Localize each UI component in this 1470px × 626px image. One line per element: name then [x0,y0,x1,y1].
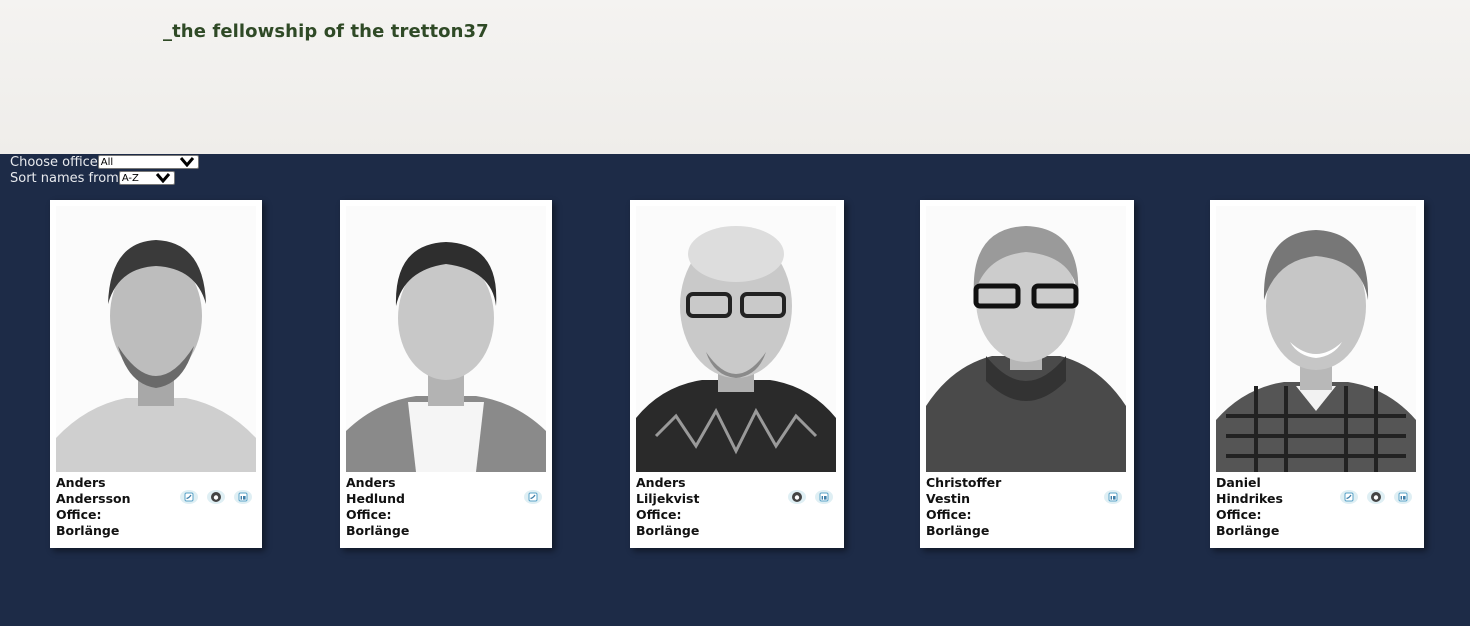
office-filter: Choose office All [10,154,199,170]
office-name: Borlänge [56,523,120,538]
employee-last-name: Vestin [926,491,971,506]
employee-last-name: Andersson [56,491,131,506]
employee-name: Anders Andersson Office: Borlänge [56,475,136,539]
office-filter-label: Choose office [10,154,98,170]
github-icon[interactable] [786,488,808,506]
filter-panel: Choose office All Sort names from A-Z [10,154,199,186]
linkedin-icon[interactable] [1392,488,1414,506]
chevron-down-icon [179,157,194,167]
employee-card[interactable]: Anders Hedlund Office: Borlänge [340,200,552,548]
twitter-icon[interactable] [1338,488,1360,506]
site-header: _the fellowship of the tretton37 [0,0,1470,154]
sort-filter: Sort names from A-Z [10,170,199,186]
office-name: Borlänge [346,523,410,538]
social-links [1102,488,1124,506]
employee-photo [346,206,546,472]
sort-select-value: A-Z [121,172,139,184]
employee-card[interactable]: Anders Andersson Office: Borlänge [50,200,262,548]
linkedin-icon[interactable] [813,488,835,506]
employee-first-name: Daniel [1216,475,1261,490]
employee-photo [1216,206,1416,472]
office-label: Office: [636,507,682,522]
office-select[interactable]: All [97,155,199,169]
office-label: Office: [346,507,392,522]
employee-first-name: Anders [56,475,106,490]
employee-name: Anders Liljekvist Office: Borlänge [636,475,716,539]
employee-card[interactable]: Anders Liljekvist Office: Borlänge [630,200,844,548]
employee-card[interactable]: Christoffer Vestin Office: Borlänge [920,200,1134,548]
employee-last-name: Hedlund [346,491,405,506]
social-links [522,488,544,506]
employee-grid: Anders Andersson Office: Borlänge Anders… [0,200,1470,548]
sort-select[interactable]: A-Z [118,171,175,185]
office-label: Office: [56,507,102,522]
twitter-icon[interactable] [178,488,200,506]
employee-first-name: Anders [346,475,396,490]
github-icon[interactable] [1365,488,1387,506]
twitter-icon[interactable] [522,488,544,506]
sort-filter-label: Sort names from [10,170,119,186]
employee-name: Daniel Hindrikes Office: Borlänge [1216,475,1296,539]
site-title: _the fellowship of the tretton37 [163,21,489,42]
linkedin-icon[interactable] [1102,488,1124,506]
office-name: Borlänge [926,523,990,538]
employee-photo [636,206,836,472]
employee-first-name: Christoffer [926,475,1002,490]
social-links [178,488,254,506]
social-links [786,488,835,506]
social-links [1338,488,1414,506]
employee-first-name: Anders [636,475,686,490]
office-label: Office: [926,507,972,522]
linkedin-icon[interactable] [232,488,254,506]
chevron-down-icon [155,173,170,183]
office-select-value: All [100,156,114,168]
employee-photo [56,206,256,472]
employee-name: Anders Hedlund Office: Borlänge [346,475,426,539]
github-icon[interactable] [205,488,227,506]
employee-last-name: Hindrikes [1216,491,1283,506]
office-label: Office: [1216,507,1262,522]
office-name: Borlänge [636,523,700,538]
employee-card[interactable]: Daniel Hindrikes Office: Borlänge [1210,200,1424,548]
office-name: Borlänge [1216,523,1280,538]
employee-name: Christoffer Vestin Office: Borlänge [926,475,1006,539]
employee-last-name: Liljekvist [636,491,700,506]
employee-photo [926,206,1126,472]
